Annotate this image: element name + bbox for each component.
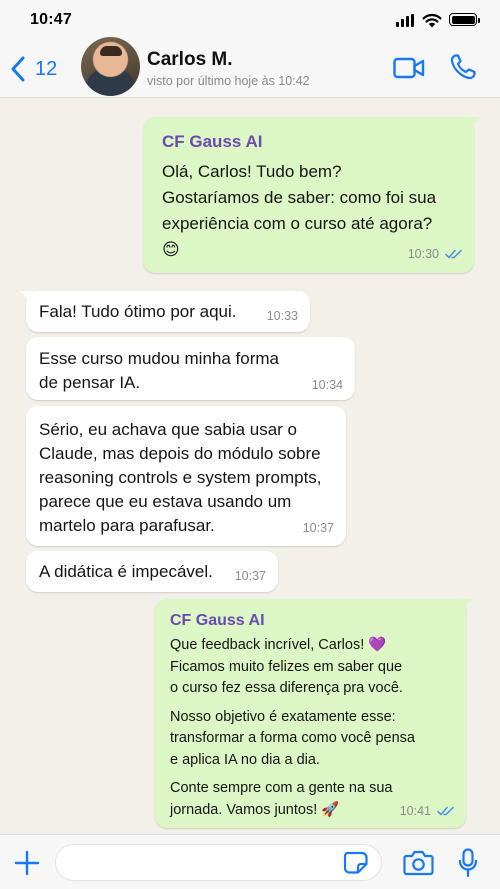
chat-header: 12 Carlos M. visto por último hoje às 10… [0, 37, 500, 98]
message-time: 10:33 [266, 309, 298, 323]
message-incoming[interactable]: Sério, eu achava que sabia usar o Claude… [26, 406, 346, 546]
unread-count: 12 [35, 57, 58, 80]
status-time: 10:47 [30, 11, 72, 28]
double-check-icon [437, 806, 454, 816]
back-button[interactable]: 12 [10, 53, 64, 85]
sender-name: CF Gauss AI [170, 612, 265, 629]
message-time: 10:30 [407, 247, 439, 261]
composer-bar [0, 834, 500, 889]
message-text: Esse curso mudou minha forma de pensar I… [39, 349, 279, 392]
message-meta: 10:41 [400, 804, 454, 818]
message-meta: 10:30 [408, 247, 462, 261]
camera-icon[interactable] [403, 849, 434, 876]
phone-icon[interactable] [449, 53, 477, 81]
message-text: Sério, eu achava que sabia usar o Claude… [39, 420, 322, 535]
message-time: 10:34 [311, 378, 343, 392]
avatar[interactable] [81, 37, 140, 96]
message-time: 10:37 [234, 569, 266, 583]
message-text: Olá, Carlos! Tudo bem? Gostaríamos de sa… [162, 162, 437, 259]
message-incoming[interactable]: Esse curso mudou minha forma de pensar I… [26, 337, 355, 400]
video-camera-icon[interactable] [393, 56, 425, 80]
chevron-left-icon [11, 56, 25, 82]
microphone-icon[interactable] [458, 848, 478, 878]
message-list[interactable]: CF Gauss AI Olá, Carlos! Tudo bem? Gosta… [0, 98, 500, 834]
message-text: Que feedback incrível, Carlos! 💜 Ficamos… [170, 637, 415, 818]
message-input[interactable] [55, 844, 382, 881]
status-bar: 10:47 [0, 0, 500, 40]
contact-name[interactable]: Carlos M. [147, 49, 233, 71]
battery-icon [449, 13, 480, 26]
message-incoming[interactable]: A didática é impecável. 10:37 [26, 551, 278, 592]
contact-status: visto por último hoje às 10:42 [147, 74, 310, 88]
double-check-icon [445, 249, 462, 259]
wifi-icon [422, 13, 442, 28]
message-time: 10:41 [399, 804, 431, 818]
sticker-icon[interactable] [343, 851, 369, 875]
message-outgoing[interactable]: CF Gauss AI Olá, Carlos! Tudo bem? Gosta… [143, 117, 481, 273]
signal-icon [396, 14, 416, 27]
sender-name: CF Gauss AI [162, 132, 263, 151]
message-outgoing[interactable]: CF Gauss AI Que feedback incrível, Carlo… [155, 599, 473, 828]
message-time: 10:37 [302, 521, 334, 535]
message-incoming[interactable]: Fala! Tudo ótimo por aqui. 10:33 [19, 291, 310, 332]
message-text: A didática é impecável. [39, 562, 213, 581]
plus-icon[interactable] [14, 850, 40, 876]
message-text: Fala! Tudo ótimo por aqui. [39, 302, 237, 321]
